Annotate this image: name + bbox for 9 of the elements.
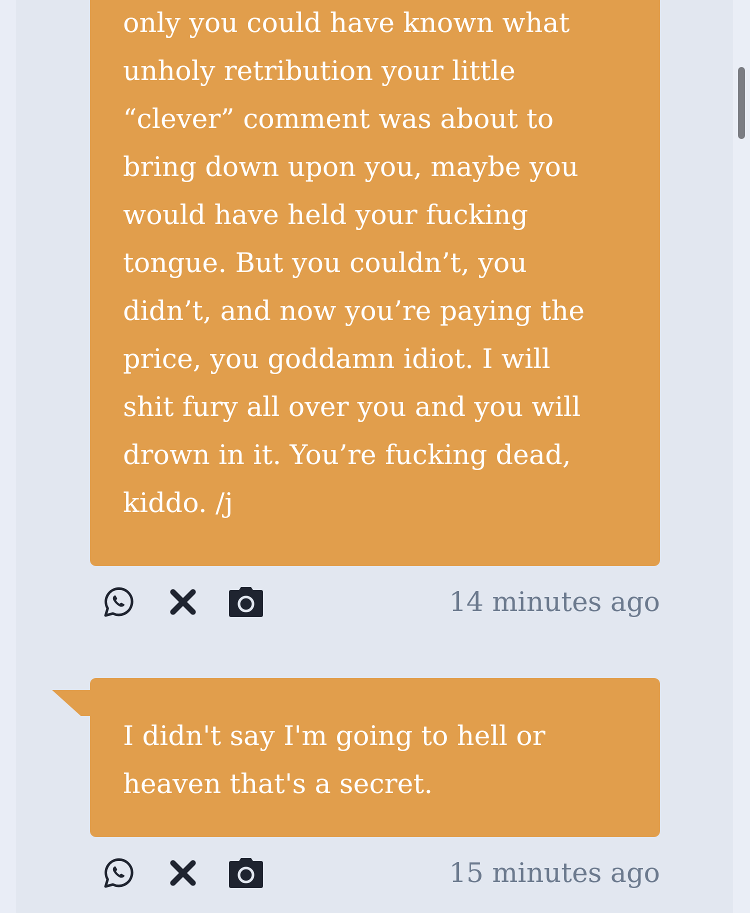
timestamp: 15 minutes ago: [449, 858, 660, 888]
close-icon[interactable]: [168, 587, 198, 617]
camera-icon[interactable]: [228, 586, 264, 618]
camera-icon[interactable]: [228, 857, 264, 889]
close-icon[interactable]: [168, 858, 198, 888]
timestamp: 14 minutes ago: [449, 586, 660, 618]
message-text: only you could have known what unholy retribution your little “clever” comment was about to bring down upon you, maybe you would have held your fucking tongue. But you couldn’t, you didn’t, and now you’re paying the price, you goddamn idiot. I will shit fury all over you and you will drown in it. You’re fucking dead, kiddo. /j: [123, 7, 586, 521]
scrollbar-thumb[interactable]: [738, 67, 745, 139]
message-text: I didn't say I'm going to hell or heaven that's a secret.: [123, 720, 546, 802]
